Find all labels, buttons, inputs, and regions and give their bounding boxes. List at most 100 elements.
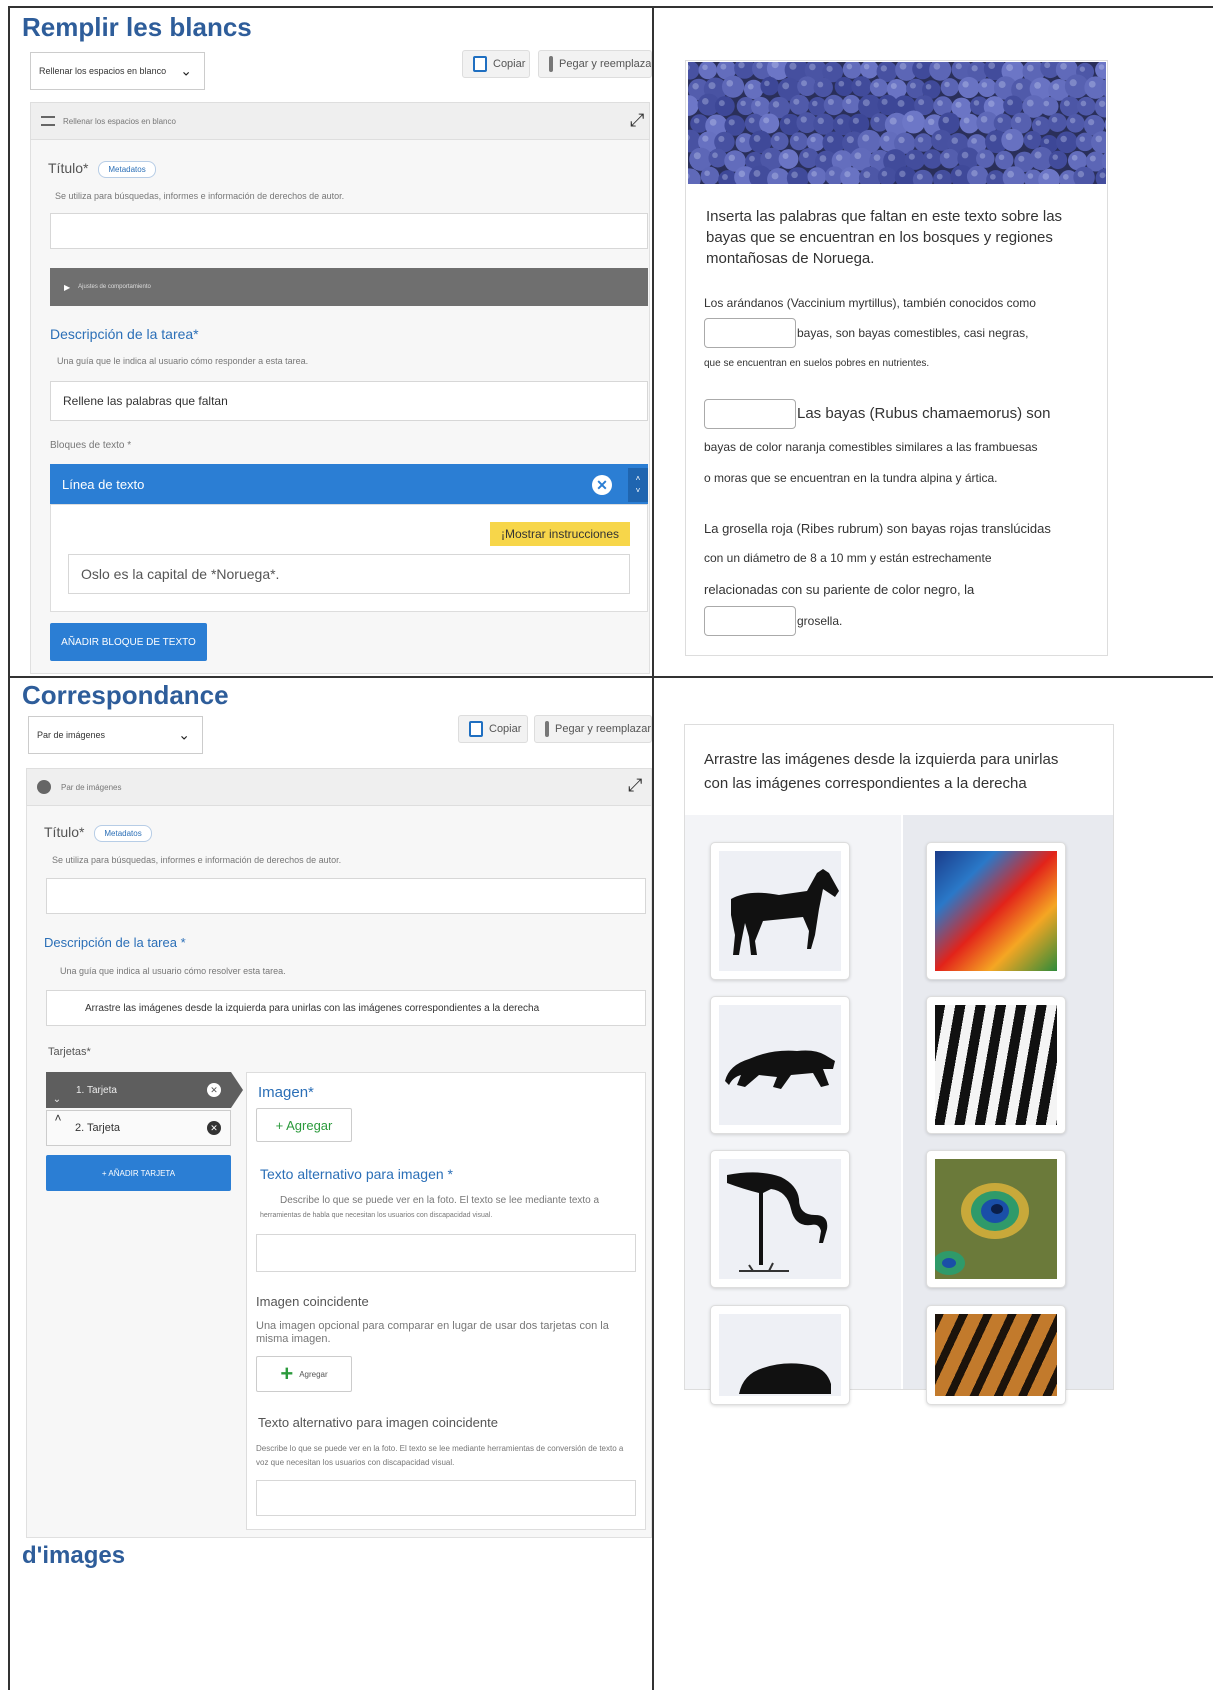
alt-text-label: Texto alternativo para imagen * — [260, 1166, 453, 1182]
text-line-label: Línea de texto — [62, 476, 145, 492]
section-title-fill-blanks: Remplir les blancs — [22, 12, 252, 42]
remove-card-2-icon[interactable]: ✕ — [207, 1121, 221, 1135]
matching-alt-input[interactable] — [256, 1480, 636, 1516]
preview-line-5: bayas de color naranja comestibles simil… — [704, 440, 1038, 454]
text-blocks-label: Bloques de texto * — [50, 440, 132, 451]
preview-line-9: relacionadas con su pariente de color ne… — [704, 582, 975, 597]
preview-line-1: Los arándanos (Vaccinium myrtillus), tam… — [704, 296, 1036, 310]
show-instructions-button[interactable]: ¡Mostrar instrucciones — [490, 522, 630, 546]
copy-label: Copiar — [493, 58, 526, 70]
settings-bar-label: Ajustes de comportamiento — [78, 284, 151, 290]
add-image-button[interactable]: + Agregar — [256, 1108, 352, 1142]
target-card-tiger-fur[interactable] — [926, 1305, 1066, 1405]
editor-header-label: Rellenar los espacios en blanco — [63, 116, 176, 126]
expand-icon[interactable]: ⤢ — [630, 110, 644, 131]
target-card-peacock[interactable] — [926, 1150, 1066, 1288]
task-description-hint-2: Una guía que indica al usuario cómo reso… — [60, 966, 286, 976]
tiger-silhouette-image — [739, 1363, 831, 1394]
target-card-parrot[interactable] — [926, 842, 1066, 980]
plus-icon: + — [280, 1361, 294, 1386]
copy-icon — [469, 721, 483, 737]
text-line-header[interactable]: Línea de texto — [50, 464, 648, 504]
chevron-up-icon: ˄ — [54, 1111, 62, 1125]
preview-intro: Inserta las palabras que faltan en este … — [706, 208, 1063, 267]
draggable-card-flamingo[interactable] — [710, 1150, 850, 1288]
editor-header-label-2: Par de imágenes — [61, 782, 122, 792]
paste-replace-button-2[interactable]: Pegar y reemplazar — [534, 715, 652, 743]
preview-line-3: que se encuentran en suelos pobres en nu… — [704, 358, 930, 369]
add-card-button[interactable]: + AÑADIR TARJETA — [46, 1155, 231, 1191]
blank-input-1[interactable] — [704, 318, 796, 348]
content-type-select[interactable]: Rellenar los espacios en blanco ⌄ — [30, 52, 205, 90]
metadata-button-2[interactable]: Metadatos — [94, 824, 152, 842]
task-description-label: Descripción de la tarea* — [50, 326, 199, 342]
editor-header-2: Par de imágenes — [26, 768, 652, 806]
paste-label-2: Pegar y reemplazar — [555, 723, 651, 735]
task-description-label-2: Descripción de la tarea * — [44, 935, 186, 950]
table-divider-center — [652, 6, 654, 1690]
chevron-down-icon: ⌄ — [180, 62, 192, 79]
paste-icon — [545, 721, 549, 737]
add-text-block-button[interactable]: AÑADIR BLOQUE DE TEXTO — [50, 623, 207, 661]
behaviour-settings-bar[interactable]: ▶ Ajustes de comportamiento — [50, 268, 648, 306]
expand-icon[interactable]: ⤢ — [628, 775, 642, 796]
preview-line-7: La grosella roja (Ribes rubrum) son baya… — [704, 521, 1051, 536]
chevron-down-icon: ⌄ — [178, 726, 190, 743]
paste-label: Pegar y reemplazar — [559, 58, 652, 70]
text-line-input[interactable]: Oslo es la capital de *Noruega*. — [68, 554, 630, 594]
image-label: Imagen* — [258, 1084, 314, 1101]
copy-icon — [473, 56, 487, 72]
add-matching-image-button[interactable]: + Agregar — [256, 1356, 352, 1392]
table-border-top — [8, 6, 1213, 8]
preview-line-4: Las bayas (Rubus chamaemorus) son — [797, 405, 1051, 422]
add-small-label: Agregar — [299, 1369, 328, 1379]
paste-icon — [549, 56, 553, 72]
blueberries-image — [688, 62, 1106, 184]
zebra-stripes-image — [935, 1005, 1057, 1125]
title-hint: Se utiliza para búsquedas, informes e in… — [55, 191, 345, 201]
alt-text-hint-2: herramientas de habla que necesitan los … — [260, 1212, 493, 1219]
card-tab-2-label: 2. Tarjeta — [75, 1122, 121, 1134]
matching-image-label: Imagen coincidente — [256, 1294, 369, 1309]
title-label-2: Título* Metadatos — [44, 824, 152, 842]
draggable-card-panther[interactable] — [710, 996, 850, 1134]
draggable-card-horse[interactable] — [710, 842, 850, 980]
flamingo-silhouette-image — [727, 1172, 828, 1272]
alt-text-input[interactable] — [256, 1234, 636, 1272]
task-description-input-2[interactable]: Arrastre las imágenes desde la izquierda… — [46, 990, 646, 1026]
matching-alt-label: Texto alternativo para imagen coincident… — [258, 1415, 498, 1430]
task-description-input[interactable]: Rellene las palabras que faltan — [50, 381, 648, 421]
image-pair-icon — [37, 780, 51, 794]
metadata-button[interactable]: Metadatos — [98, 160, 156, 178]
paste-replace-button[interactable]: Pegar y reemplazar — [538, 50, 652, 78]
section-title-continued: d'images — [22, 1542, 126, 1569]
task-description-hint: Una guía que le indica al usuario cómo r… — [57, 356, 309, 366]
copy-button-2[interactable]: Copiar — [458, 715, 528, 743]
card-tab-2[interactable]: ˄ 2. Tarjeta — [46, 1110, 231, 1146]
blank-input-2[interactable] — [704, 399, 796, 429]
close-icon[interactable]: ✕ — [592, 475, 612, 495]
blank-input-3[interactable] — [704, 606, 796, 636]
draggable-card-tiger[interactable] — [710, 1305, 850, 1405]
title-hint-2: Se utiliza para búsquedas, informes e in… — [52, 855, 342, 865]
cards-label: Tarjetas* — [48, 1046, 91, 1058]
parrot-feathers-image — [935, 851, 1057, 971]
copy-button[interactable]: Copiar — [462, 50, 530, 78]
target-card-zebra[interactable] — [926, 996, 1066, 1134]
reorder-icon[interactable]: ˄ ˅ — [628, 468, 648, 502]
title-input[interactable] — [50, 213, 648, 249]
peacock-feathers-image — [935, 1159, 1057, 1279]
panther-silhouette-image — [725, 1050, 835, 1089]
preview-line-6: o moras que se encuentran en la tundra a… — [704, 471, 998, 485]
title-input-2[interactable] — [46, 878, 646, 914]
copy-label-2: Copiar — [489, 723, 522, 735]
card-tab-1[interactable]: ⌄ 1. Tarjeta — [46, 1072, 231, 1108]
remove-card-1-icon[interactable]: ✕ — [207, 1083, 221, 1097]
content-type-select-2[interactable]: Par de imágenes ⌄ — [28, 716, 203, 754]
tab-arrow — [231, 1072, 243, 1108]
preview-line-10: grosella. — [797, 614, 843, 628]
editor-header: Rellenar los espacios en blanco — [30, 102, 650, 140]
title-label: Título* Metadatos — [48, 160, 156, 178]
table-row-divider — [8, 676, 1213, 678]
list-icon — [41, 116, 55, 126]
